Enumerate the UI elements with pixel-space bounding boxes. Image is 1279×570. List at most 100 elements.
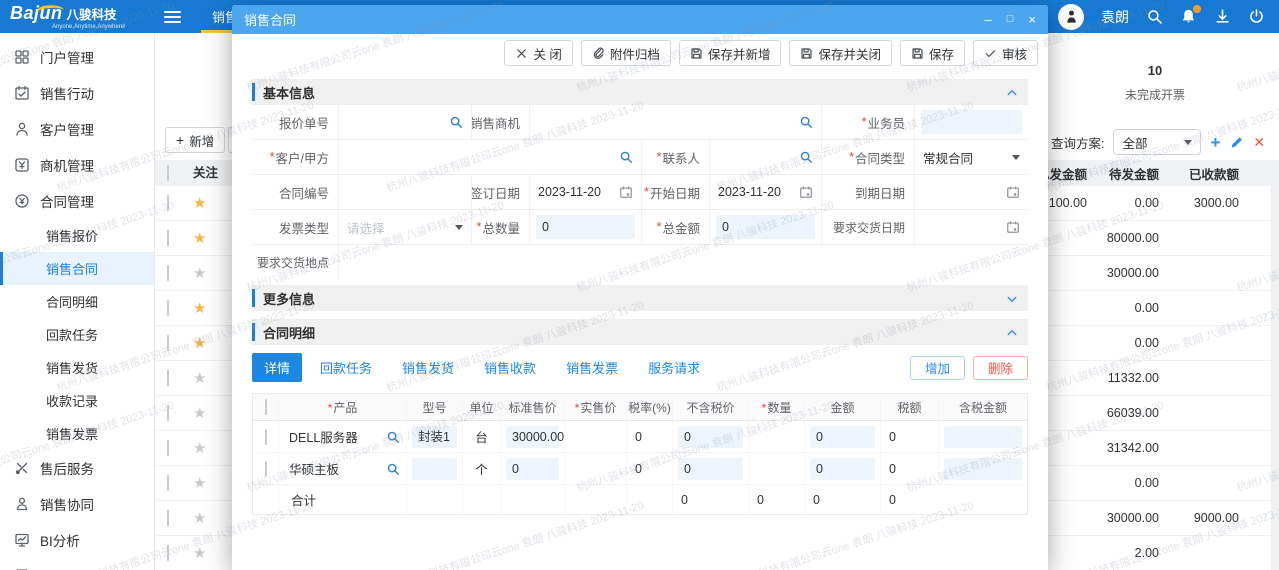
sidebar-item-after-sale[interactable]: 售后服务	[0, 450, 154, 486]
star-icon[interactable]: ★	[193, 511, 209, 526]
invoice-type-select[interactable]: 请选择	[339, 210, 472, 244]
section-more-info[interactable]: 更多信息	[252, 285, 1028, 311]
row-checkbox[interactable]	[167, 510, 169, 526]
quote-no-field[interactable]	[339, 105, 472, 139]
stat-card-unfinished-invoicing[interactable]: 10 未完成开票	[1095, 63, 1215, 103]
select-all-checkbox[interactable]	[265, 399, 267, 415]
star-icon[interactable]: ★	[193, 546, 209, 561]
star-icon[interactable]: ★	[193, 441, 209, 456]
row-checkbox[interactable]	[167, 405, 169, 421]
salesman-field[interactable]	[915, 105, 1028, 139]
detail-tab-detail[interactable]: 详情	[252, 353, 302, 382]
delete-row-button[interactable]: 删除	[973, 356, 1028, 380]
row-checkbox[interactable]	[167, 300, 169, 316]
row-checkbox[interactable]	[167, 475, 169, 491]
row-checkbox[interactable]	[167, 440, 169, 456]
star-icon[interactable]: ★	[193, 476, 209, 491]
delivery-place-field[interactable]	[339, 245, 1028, 279]
row-checkbox[interactable]	[167, 335, 169, 351]
search-icon[interactable]	[386, 430, 400, 444]
star-icon[interactable]: ★	[193, 231, 209, 246]
power-icon[interactable]	[1248, 8, 1265, 25]
sidebar-item-opportunity[interactable]: 商机管理	[0, 147, 154, 183]
row-checkbox[interactable]	[167, 230, 169, 246]
sidebar-item-bi-analysis[interactable]: BI分析	[0, 522, 154, 558]
contract-no-field[interactable]	[339, 175, 472, 209]
customer-field[interactable]	[339, 140, 642, 174]
row-checkbox[interactable]	[167, 265, 169, 281]
detail-tab-payment-task[interactable]: 回款任务	[308, 353, 384, 382]
save-button[interactable]: 保存	[900, 40, 965, 66]
star-icon[interactable]: ★	[193, 336, 209, 351]
model-field[interactable]	[407, 453, 463, 485]
incl-tax-field[interactable]	[939, 421, 1028, 453]
detail-tab-service[interactable]: 服务请求	[636, 353, 712, 382]
add-row-button[interactable]: 增加	[910, 356, 965, 380]
select-all-checkbox[interactable]	[167, 165, 169, 181]
menu-toggle-icon[interactable]	[164, 11, 181, 23]
product-cell[interactable]: 华硕主板	[279, 453, 407, 485]
row-checkbox[interactable]	[167, 195, 169, 211]
sidebar-item-portal[interactable]: 门户管理	[0, 39, 154, 75]
amount-field[interactable]: 0	[805, 453, 881, 485]
actual-price-field[interactable]	[565, 453, 627, 485]
row-checkbox[interactable]	[265, 429, 267, 445]
save-new-button[interactable]: 保存并新增	[679, 40, 782, 66]
excl-tax-field[interactable]: 0	[673, 453, 749, 485]
amount-field[interactable]: 0	[805, 421, 881, 453]
section-contract-detail[interactable]: 合同明细	[252, 319, 1028, 345]
sidebar-item-contract-detail[interactable]: 合同明细	[0, 285, 154, 318]
sidebar-item-more-partial[interactable]	[0, 558, 154, 570]
star-icon[interactable]: ★	[193, 371, 209, 386]
maximize-icon[interactable]: □	[1007, 14, 1014, 25]
search-icon[interactable]	[386, 462, 400, 476]
detail-tab-receipt[interactable]: 销售收款	[472, 353, 548, 382]
chevron-up-icon[interactable]	[1006, 326, 1018, 338]
sidebar-item-contract[interactable]: 合同管理	[0, 183, 154, 219]
total-qty-field[interactable]: 0	[530, 210, 642, 244]
delete-query-plan-icon[interactable]: ✕	[1253, 135, 1265, 149]
chevron-down-icon[interactable]	[1006, 292, 1018, 304]
minimize-icon[interactable]: –	[985, 13, 992, 26]
chevron-up-icon[interactable]	[1006, 86, 1018, 98]
notifications-bell-icon[interactable]	[1180, 8, 1197, 25]
row-checkbox[interactable]	[265, 461, 267, 477]
std-price-field[interactable]: 0	[501, 453, 565, 485]
qty-field[interactable]	[749, 453, 805, 485]
star-icon[interactable]: ★	[193, 301, 209, 316]
start-date-field[interactable]: 2023-11-20	[710, 175, 822, 209]
actual-price-field[interactable]	[565, 421, 627, 453]
sidebar-item-customer[interactable]: 客户管理	[0, 111, 154, 147]
row-checkbox[interactable]	[167, 545, 169, 561]
sidebar-item-sales-contract[interactable]: 销售合同	[0, 252, 154, 285]
audit-button[interactable]: 审核	[973, 40, 1038, 66]
sidebar-item-sales-quote[interactable]: 销售报价	[0, 219, 154, 252]
sidebar-item-sales-action[interactable]: 销售行动	[0, 75, 154, 111]
contact-field[interactable]	[710, 140, 822, 174]
incl-tax-field[interactable]	[939, 453, 1028, 485]
star-icon[interactable]: ★	[193, 406, 209, 421]
user-avatar[interactable]	[1058, 4, 1084, 30]
close-window-icon[interactable]: ×	[1028, 13, 1036, 26]
qty-field[interactable]	[749, 421, 805, 453]
edit-pencil-icon[interactable]	[1229, 135, 1244, 150]
opportunity-field[interactable]	[530, 105, 822, 139]
end-date-field[interactable]	[915, 175, 1028, 209]
detail-tab-invoice[interactable]: 销售发票	[554, 353, 630, 382]
total-amount-field[interactable]: 0	[710, 210, 822, 244]
sidebar-item-payment-task[interactable]: 回款任务	[0, 318, 154, 351]
star-icon[interactable]: ★	[193, 266, 209, 281]
excl-tax-field[interactable]: 0	[673, 421, 749, 453]
user-name[interactable]: 袁朗	[1101, 7, 1129, 27]
section-basic-info[interactable]: 基本信息	[252, 79, 1028, 105]
sign-date-field[interactable]: 2023-11-20	[530, 175, 642, 209]
vertical-scrollbar[interactable]	[1271, 160, 1279, 570]
sidebar-item-sales-invoice[interactable]: 销售发票	[0, 417, 154, 450]
search-icon[interactable]	[1146, 8, 1163, 25]
sidebar-item-sales-delivery[interactable]: 销售发货	[0, 351, 154, 384]
download-icon[interactable]	[1214, 8, 1231, 25]
close-button[interactable]: 关 闭	[504, 40, 572, 66]
query-plan-select[interactable]: 全部	[1113, 129, 1201, 155]
product-cell[interactable]: DELL服务器	[279, 421, 407, 453]
save-close-button[interactable]: 保存并关闭	[789, 40, 892, 66]
